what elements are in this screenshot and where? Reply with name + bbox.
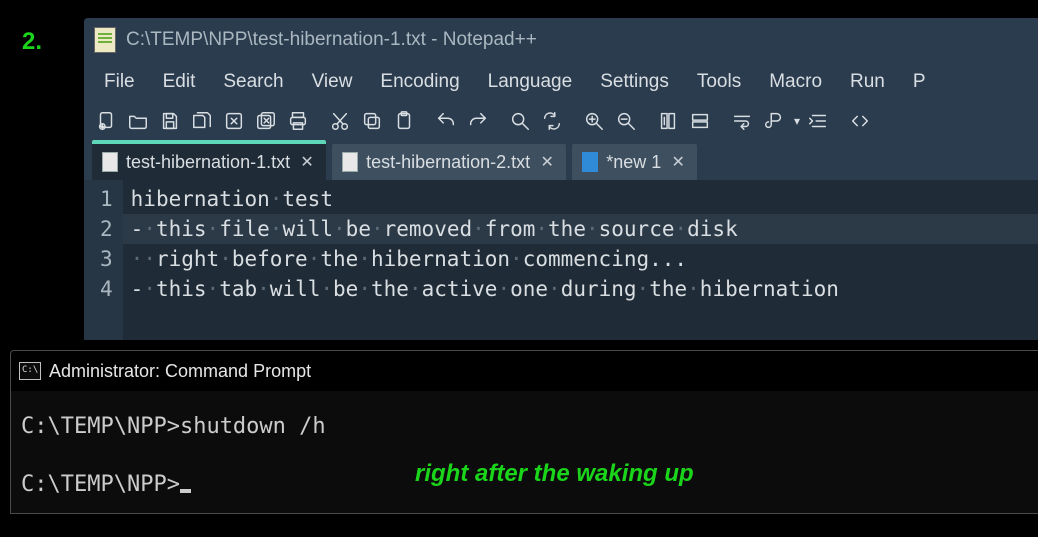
notepadpp-app-icon — [94, 27, 116, 53]
menu-view[interactable]: View — [298, 65, 367, 99]
undo-icon[interactable] — [432, 108, 460, 134]
cmd-titlebar[interactable]: Administrator: Command Prompt — [11, 351, 1038, 391]
code-block-icon[interactable] — [846, 108, 874, 134]
code-line: -·this·tab·will·be·the·active·one·during… — [131, 277, 839, 301]
code-line: ··right·before·the·hibernation·commencin… — [131, 247, 687, 271]
dropdown-caret-icon[interactable]: ▾ — [792, 114, 800, 128]
step-number-label: 2. — [22, 28, 42, 56]
print-icon[interactable] — [284, 108, 312, 134]
paste-icon[interactable] — [390, 108, 418, 134]
tab-label: test-hibernation-1.txt — [126, 152, 290, 173]
tab-label: test-hibernation-2.txt — [366, 152, 530, 173]
cmd-window: Administrator: Command Prompt C:\TEMP\NP… — [10, 350, 1038, 514]
find-icon[interactable] — [506, 108, 534, 134]
notepadpp-tabbar: test-hibernation-1.txt ✕ test-hibernatio… — [84, 140, 1038, 180]
notepadpp-toolbar: ▾ — [84, 102, 1038, 140]
open-folder-icon[interactable] — [124, 108, 152, 134]
code-line: hibernation·test — [131, 187, 333, 211]
annotation-label: right after the waking up — [415, 460, 694, 488]
tab-label: *new 1 — [606, 152, 661, 173]
sync-vertical-icon[interactable] — [654, 108, 682, 134]
menu-tools[interactable]: Tools — [683, 65, 755, 99]
line-number: 4 — [100, 274, 113, 304]
code-line: -·this·file·will·be·removed·from·the·sou… — [123, 214, 1038, 244]
menu-plugins-truncated[interactable]: P — [899, 65, 940, 99]
file-icon — [342, 152, 358, 172]
word-wrap-icon[interactable] — [728, 108, 756, 134]
file-icon — [582, 152, 598, 172]
tab-test-hibernation-2[interactable]: test-hibernation-2.txt ✕ — [332, 144, 566, 180]
indent-guide-icon[interactable] — [804, 108, 832, 134]
line-number-gutter: 1 2 3 4 — [84, 180, 123, 340]
menu-settings[interactable]: Settings — [586, 65, 683, 99]
zoom-out-icon[interactable] — [612, 108, 640, 134]
cmd-line: C:\TEMP\NPP>shutdown /h — [21, 413, 1028, 441]
notepadpp-titlebar[interactable]: C:\TEMP\NPP\test-hibernation-1.txt - Not… — [84, 18, 1038, 62]
save-icon[interactable] — [156, 108, 184, 134]
zoom-in-icon[interactable] — [580, 108, 608, 134]
tab-test-hibernation-1[interactable]: test-hibernation-1.txt ✕ — [92, 140, 326, 180]
show-all-chars-icon[interactable] — [760, 108, 788, 134]
notepadpp-editor[interactable]: 1 2 3 4 hibernation·test -·this·file·wil… — [84, 180, 1038, 340]
tab-close-icon[interactable]: ✕ — [298, 152, 316, 172]
tab-close-icon[interactable]: ✕ — [538, 152, 556, 172]
menu-file[interactable]: File — [90, 65, 149, 99]
menu-language[interactable]: Language — [474, 65, 587, 99]
cmd-title: Administrator: Command Prompt — [49, 361, 311, 382]
sync-horizontal-icon[interactable] — [686, 108, 714, 134]
menu-edit[interactable]: Edit — [149, 65, 210, 99]
save-all-icon[interactable] — [188, 108, 216, 134]
redo-icon[interactable] — [464, 108, 492, 134]
tab-new-1[interactable]: *new 1 ✕ — [572, 144, 697, 180]
cmd-app-icon — [19, 362, 41, 380]
notepadpp-window: C:\TEMP\NPP\test-hibernation-1.txt - Not… — [84, 18, 1038, 340]
close-icon[interactable] — [220, 108, 248, 134]
menu-macro[interactable]: Macro — [755, 65, 836, 99]
notepadpp-menubar: File Edit Search View Encoding Language … — [84, 62, 1038, 102]
new-file-icon[interactable] — [92, 108, 120, 134]
code-area[interactable]: hibernation·test -·this·file·will·be·rem… — [123, 180, 1038, 340]
close-all-icon[interactable] — [252, 108, 280, 134]
cursor-icon — [180, 489, 191, 493]
menu-run[interactable]: Run — [836, 65, 899, 99]
menu-encoding[interactable]: Encoding — [366, 65, 473, 99]
menu-search[interactable]: Search — [209, 65, 297, 99]
file-icon — [102, 152, 118, 172]
replace-icon[interactable] — [538, 108, 566, 134]
cmd-body[interactable]: C:\TEMP\NPP>shutdown /h C:\TEMP\NPP> — [11, 391, 1038, 513]
notepadpp-title: C:\TEMP\NPP\test-hibernation-1.txt - Not… — [126, 29, 537, 51]
line-number: 3 — [100, 244, 113, 274]
line-number: 1 — [100, 184, 113, 214]
tab-close-icon[interactable]: ✕ — [669, 152, 687, 172]
copy-icon[interactable] — [358, 108, 386, 134]
cut-icon[interactable] — [326, 108, 354, 134]
line-number: 2 — [100, 214, 113, 244]
